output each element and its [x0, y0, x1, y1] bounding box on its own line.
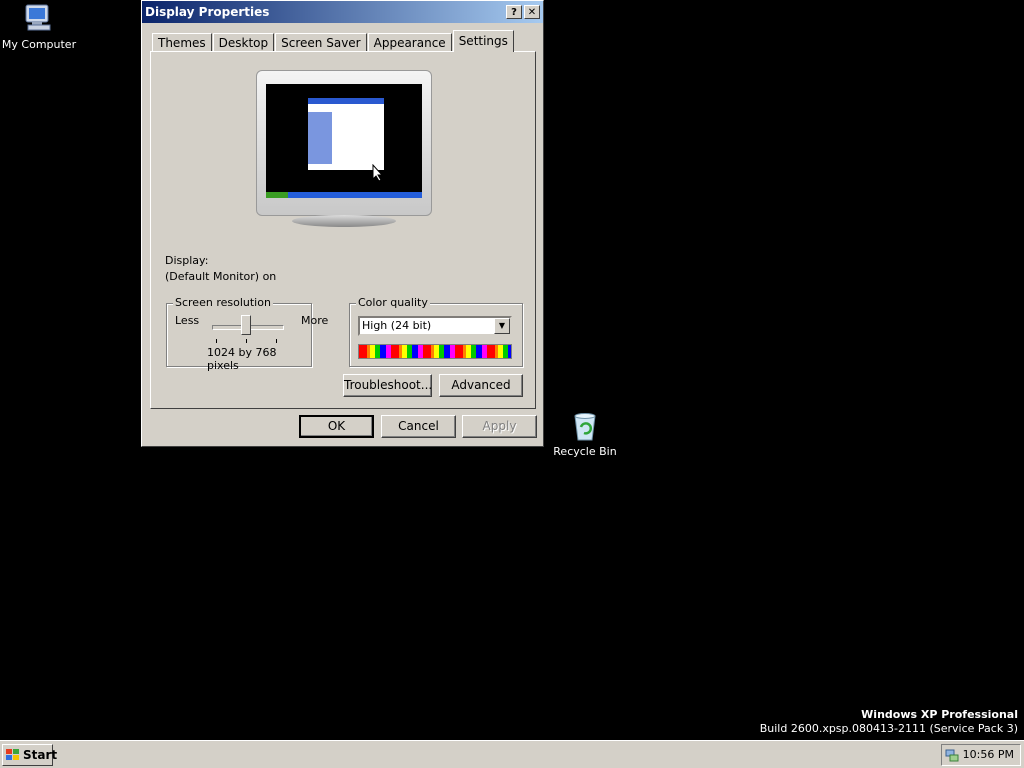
- os-edition: Windows XP Professional: [861, 708, 1018, 721]
- color-quality-title: Color quality: [356, 296, 430, 309]
- slider-tick: [246, 339, 247, 343]
- start-label: Start: [23, 748, 58, 762]
- clock[interactable]: 10:56 PM: [963, 748, 1014, 761]
- chevron-down-icon[interactable]: ▼: [494, 318, 510, 334]
- windows-logo-icon: [6, 749, 19, 760]
- ok-button[interactable]: OK: [299, 415, 374, 438]
- less-label: Less: [175, 314, 200, 327]
- display-label: Display:: [165, 254, 209, 267]
- start-button[interactable]: Start: [2, 744, 57, 766]
- more-label: More: [301, 314, 329, 327]
- resolution-slider-thumb[interactable]: [241, 315, 251, 335]
- desktop-icon-label: Recycle Bin: [553, 445, 617, 458]
- preview-window: [308, 98, 384, 170]
- desktop-icon-recycle-bin[interactable]: Recycle Bin: [545, 411, 625, 458]
- cursor-icon: [372, 164, 384, 182]
- screen-resolution-group: Screen resolution Less More 1024 by 768 …: [166, 296, 328, 372]
- monitor-preview: [256, 70, 432, 216]
- advanced-button[interactable]: Advanced: [439, 374, 523, 397]
- os-watermark: Windows XP Professional Build 2600.xpsp.…: [760, 708, 1018, 736]
- recycle-bin-icon: [574, 413, 596, 441]
- network-icon[interactable]: [945, 748, 959, 762]
- display-properties-dialog: Display Properties ? ✕ Themes Desktop Sc…: [141, 0, 544, 447]
- color-quality-select[interactable]: High (24 bit) ▼: [358, 316, 512, 336]
- taskbar: Start 10:56 PM: [0, 740, 1024, 768]
- desktop-icon-my-computer[interactable]: My Computer: [0, 2, 79, 51]
- dialog-title: Display Properties: [145, 5, 270, 19]
- apply-button[interactable]: Apply: [462, 415, 537, 438]
- my-computer-icon: [25, 4, 51, 31]
- tab-appearance[interactable]: Appearance: [367, 33, 452, 52]
- screen-resolution-title: Screen resolution: [173, 296, 273, 309]
- preview-taskbar: [266, 192, 422, 198]
- tab-screen-saver[interactable]: Screen Saver: [275, 33, 367, 52]
- desktop-icon-label: My Computer: [1, 38, 77, 51]
- tab-settings[interactable]: Settings: [452, 30, 514, 52]
- tab-themes[interactable]: Themes: [152, 33, 212, 52]
- preview-start: [266, 192, 288, 198]
- os-build: Build 2600.xpsp.080413-2111 (Service Pac…: [759, 722, 1018, 735]
- cancel-button[interactable]: Cancel: [381, 415, 456, 438]
- monitor-screen: [266, 84, 422, 198]
- slider-tick: [216, 339, 217, 343]
- resolution-value: 1024 by 768 pixels: [207, 346, 277, 372]
- troubleshoot-button[interactable]: Troubleshoot...: [343, 374, 432, 397]
- monitor-stand: [292, 215, 396, 227]
- tab-desktop[interactable]: Desktop: [212, 33, 275, 52]
- slider-tick: [276, 339, 277, 343]
- color-quality-group: Color quality High (24 bit) ▼: [349, 296, 523, 367]
- dialog-titlebar[interactable]: Display Properties ? ✕: [142, 1, 543, 23]
- color-spectrum-bar: [358, 344, 512, 359]
- color-quality-value: High (24 bit): [362, 319, 432, 332]
- display-value: (Default Monitor) on: [165, 270, 277, 283]
- tab-strip: Themes Desktop Screen Saver Appearance S…: [152, 30, 515, 52]
- close-button[interactable]: ✕: [524, 5, 540, 19]
- system-tray: 10:56 PM: [941, 744, 1021, 766]
- help-button[interactable]: ?: [506, 5, 522, 19]
